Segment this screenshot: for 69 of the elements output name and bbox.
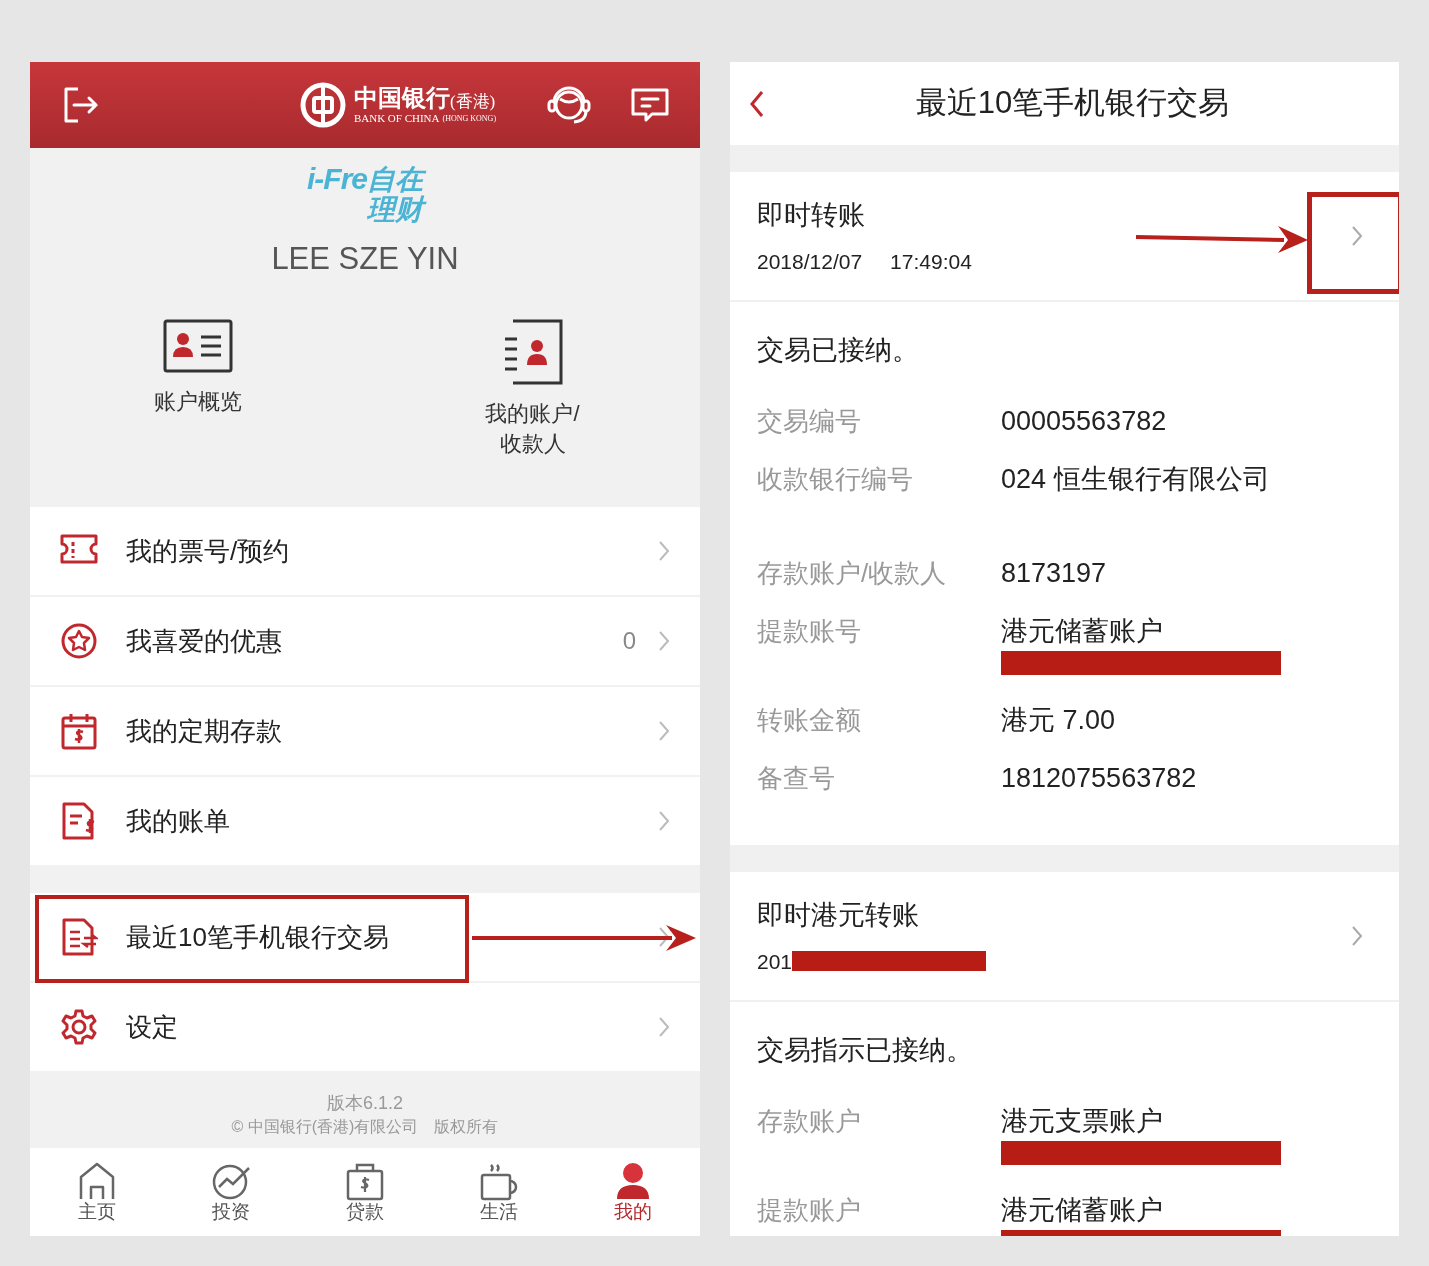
nav-tab[interactable]: 我的 [566,1161,700,1223]
transaction-summary[interactable]: 即时港元转账 201 [730,872,1399,1000]
nav-tab[interactable]: 贷款 [298,1161,432,1223]
menu-item[interactable]: 最近10笔手机银行交易 [30,893,700,981]
field-label: 收款银行编号 [757,462,914,496]
transaction-summary[interactable]: 即时转账 2018/12/07 17:49:04 [730,172,1399,300]
bank-region-english: (HONG KONG) [442,114,497,123]
transfer-document-icon [60,918,98,956]
chevron-right-icon [658,1016,670,1038]
field-label: 交易编号 [757,404,862,438]
bank-logo-icon [299,82,346,128]
field-label: 提款账户 [757,1193,862,1227]
chevron-right-icon [658,926,670,948]
status-message: 交易已接纳。 [757,334,920,367]
id-card-icon [162,318,233,373]
count-text: 0 [622,626,636,656]
transaction-date: 201 [757,948,793,975]
field-value: 1812075563782 [1001,761,1197,795]
shortcut-button[interactable]: 账户概览 [30,318,365,459]
menu-item[interactable]: 我的账单 [30,777,700,865]
nav-tab[interactable]: 投资 [164,1161,298,1223]
shortcut-button[interactable]: 我的账户/ 收款人 [365,318,700,459]
page-title: 最近10笔手机银行交易 [915,84,1230,123]
field-label: 存款账户/收款人 [757,556,948,590]
field-label: 转账金额 [757,703,862,737]
bank-name-english: BANK OF CHINA [353,113,440,124]
field-value: 00005563782 [1001,404,1167,438]
copyright-text: © 中国银行(香港)有限公司 版权所有 [231,1117,499,1137]
field-value: 港元储蓄账户 [1001,1193,1164,1227]
nav-tab[interactable]: 生活 [432,1161,566,1223]
back-icon [750,90,764,118]
field-value: 港元 7.00 [1001,703,1116,737]
field-value: 港元储蓄账户 [1001,614,1164,648]
user-name: LEE SZE YIN [271,240,459,278]
transaction-date: 2018/12/07 [757,248,863,275]
version-text: 版本6.1.2 [326,1092,403,1115]
transaction-time: 17:49:04 [890,248,972,275]
field-label: 提款账号 [757,614,862,648]
coffee-cup-icon [479,1161,519,1201]
chevron-right-icon [658,720,670,742]
transaction-type: 即时转账 [757,199,866,232]
field-value: 8173197 [1001,556,1107,590]
bank-region: (香港) [449,93,496,110]
menu-item[interactable]: 设定 [30,983,700,1071]
nav-tab[interactable]: 主页 [30,1161,164,1223]
brand-wordmark: i-Fre [307,164,367,194]
chevron-right-icon [658,630,670,652]
field-label: 备查号 [757,761,836,795]
chevron-right-icon [658,540,670,562]
money-bag-icon [345,1161,385,1201]
home-icon [77,1161,117,1201]
chevron-right-icon [658,810,670,832]
menu-item[interactable]: 我的票号/预约 [30,507,700,595]
back-button[interactable] [750,90,764,118]
contact-list-icon [502,318,563,385]
field-value: 港元支票账户 [1001,1104,1164,1138]
menu-item[interactable]: 我的定期存款 [30,687,700,775]
field-value: 024 恒生银行有限公司 [1001,462,1270,496]
calendar-dollar-icon [60,712,98,750]
chevron-right-icon [1351,225,1363,247]
bank-name: 中国银行 [353,86,450,110]
chevron-right-icon [1351,925,1363,947]
settings-icon [60,1008,98,1046]
field-label: 存款账户 [757,1104,862,1138]
status-message: 交易指示已接纳。 [757,1034,974,1067]
headset-icon [546,85,592,125]
message-icon [630,87,670,123]
transaction-type: 即时港元转账 [757,899,920,932]
menu-item[interactable]: 我喜爱的优惠 0 [30,597,700,685]
